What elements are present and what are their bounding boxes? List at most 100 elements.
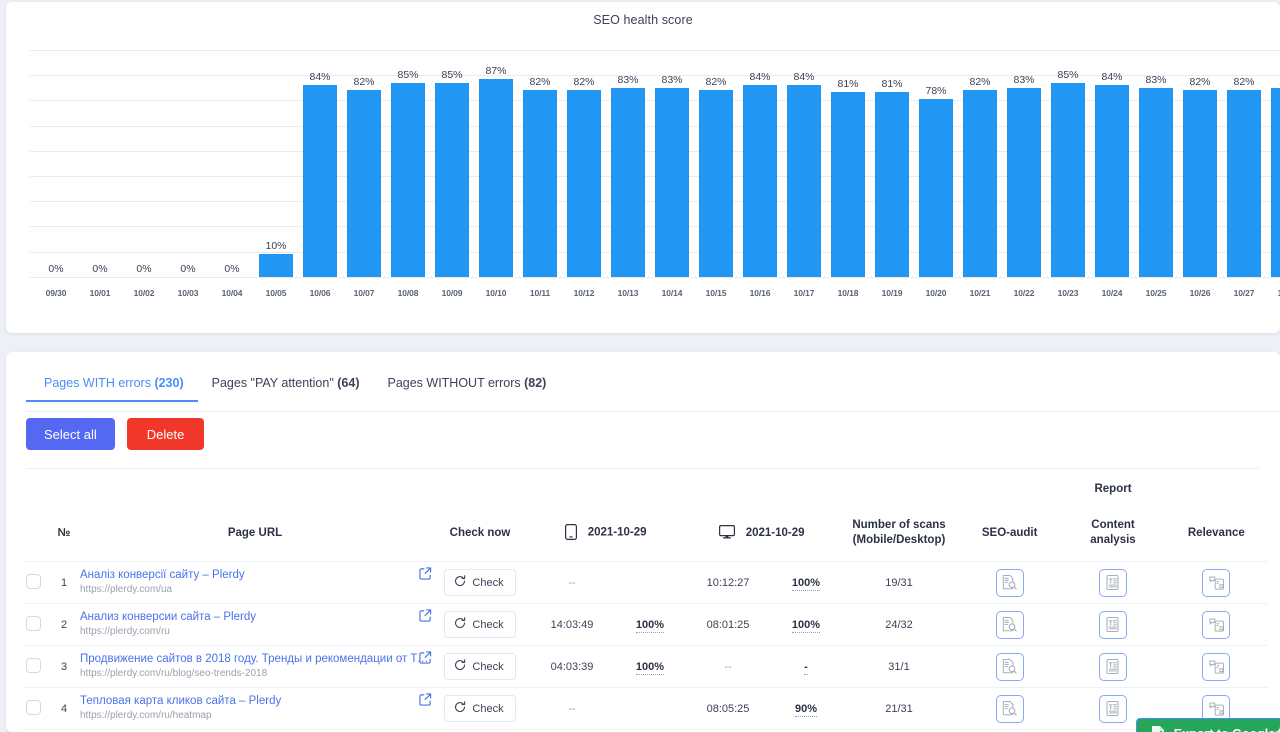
percent-value[interactable]: 100% xyxy=(792,619,820,633)
header-scans-line1: Number of scans xyxy=(852,519,945,531)
tab-label: Pages "PAY attention" xyxy=(212,376,338,390)
chart-bar-slot: 82% xyxy=(1178,42,1222,277)
percent-value[interactable]: 100% xyxy=(636,661,664,675)
chart-bar[interactable] xyxy=(743,85,777,277)
chart-bar[interactable] xyxy=(523,90,557,277)
seo-audit-icon[interactable] xyxy=(996,695,1024,723)
desktop-icon xyxy=(719,528,738,540)
content-analysis-icon[interactable] xyxy=(1099,569,1127,597)
export-to-google-sheets-button[interactable]: Export to Google S xyxy=(1136,718,1280,732)
table-header-group-row: Report xyxy=(24,474,1268,510)
page-url-text: https://plerdy.com/ru/blog/seo-trends-20… xyxy=(80,667,430,681)
chart-bar[interactable] xyxy=(1095,85,1129,277)
chart-bar[interactable] xyxy=(699,90,733,277)
chart-bar[interactable] xyxy=(1271,88,1280,277)
page-title-link[interactable]: Продвижение сайтов в 2018 году. Тренды и… xyxy=(80,652,430,667)
chart-bar[interactable] xyxy=(391,83,425,277)
pages-tabs[interactable]: Pages WITH errors (230)Pages "PAY attent… xyxy=(26,376,560,402)
chart-bar[interactable] xyxy=(875,92,909,277)
seo-audit-icon[interactable] xyxy=(996,569,1024,597)
cell-mobile-time: -- xyxy=(528,562,616,604)
chart-bar[interactable] xyxy=(303,85,337,277)
tab-label: Pages WITH errors xyxy=(44,376,154,390)
relevance-icon[interactable] xyxy=(1202,611,1230,639)
row-checkbox[interactable] xyxy=(26,700,41,715)
chart-bar[interactable] xyxy=(1183,90,1217,277)
chart-bar[interactable] xyxy=(1139,88,1173,277)
cell-content-analysis xyxy=(1061,646,1164,688)
chart-bar-value-label: 82% xyxy=(518,76,562,88)
percent-value[interactable]: 100% xyxy=(792,577,820,591)
cell-check-now: Check xyxy=(432,646,528,688)
cell-page-url: Аналіз конверсії сайту – Plerdyhttps://p… xyxy=(78,562,432,604)
tab-count: (82) xyxy=(524,376,546,390)
seo-audit-icon[interactable] xyxy=(996,611,1024,639)
delete-button[interactable]: Delete xyxy=(127,418,205,450)
external-link-icon[interactable] xyxy=(419,567,432,580)
tab-1[interactable]: Pages WITH errors (230) xyxy=(26,376,198,402)
external-link-icon[interactable] xyxy=(419,651,432,664)
chart-bar[interactable] xyxy=(259,254,293,277)
seo-audit-icon[interactable] xyxy=(996,653,1024,681)
chart-bar[interactable] xyxy=(831,92,865,277)
cell-mobile-time: 04:03:39 xyxy=(528,646,616,688)
chart-x-tick-label: 10/27 xyxy=(1222,288,1266,298)
external-link-icon[interactable] xyxy=(419,609,432,622)
chart-bar[interactable] xyxy=(1007,88,1041,277)
header-content-analysis: Content analysis xyxy=(1061,510,1164,561)
header-content-line2: analysis xyxy=(1090,534,1135,546)
tab-3[interactable]: Pages WITHOUT errors (82) xyxy=(373,376,560,402)
page-url-text: https://plerdy.com/ru/heatmap xyxy=(80,709,430,723)
chart-x-tick-label: 10/13 xyxy=(606,288,650,298)
page-title-link[interactable]: Аналіз конверсії сайту – Plerdy xyxy=(80,568,430,583)
check-button[interactable]: Check xyxy=(444,695,515,722)
table-row: 4Тепловая карта кликов сайта – Plerdyhtt… xyxy=(24,688,1268,730)
chart-bar[interactable] xyxy=(479,79,513,277)
row-checkbox[interactable] xyxy=(26,658,41,673)
chart-bar-slot: 83% xyxy=(650,42,694,277)
chart-bar-value-label: 82% xyxy=(562,76,606,88)
content-analysis-icon[interactable] xyxy=(1099,611,1127,639)
relevance-icon[interactable] xyxy=(1202,653,1230,681)
row-checkbox[interactable] xyxy=(26,574,41,589)
external-link-icon[interactable] xyxy=(419,693,432,706)
chart-bar[interactable] xyxy=(435,83,469,277)
percent-value[interactable]: 90% xyxy=(795,703,817,717)
chart-bar-slot: 83% xyxy=(1134,42,1178,277)
chart-bar-value-label: 85% xyxy=(430,69,474,81)
cell-percent: - xyxy=(772,646,840,688)
percent-value[interactable]: 100% xyxy=(636,619,664,633)
check-button[interactable]: Check xyxy=(444,611,515,638)
row-checkbox[interactable] xyxy=(26,616,41,631)
chart-bar[interactable] xyxy=(919,99,953,277)
cell-scans: 19/31 xyxy=(840,562,958,604)
header-check-now: Check now xyxy=(432,510,528,561)
chart-x-tick-label: 10/25 xyxy=(1134,288,1178,298)
page-title-link[interactable]: Анализ конверсии сайта – Plerdy xyxy=(80,610,430,625)
empty-value: -- xyxy=(568,703,575,715)
chart-bar[interactable] xyxy=(567,90,601,277)
header-page-url: Page URL xyxy=(78,510,432,561)
chart-bar[interactable] xyxy=(655,88,689,277)
chart-bar[interactable] xyxy=(1227,90,1261,277)
content-analysis-icon[interactable] xyxy=(1099,653,1127,681)
chart-bar[interactable] xyxy=(787,85,821,277)
check-button[interactable]: Check xyxy=(444,653,515,680)
cell-content-analysis xyxy=(1061,562,1164,604)
percent-value[interactable]: - xyxy=(804,661,808,675)
chart-bar-slot: 82% xyxy=(518,42,562,277)
chart-bar[interactable] xyxy=(347,90,381,277)
relevance-icon[interactable] xyxy=(1202,569,1230,597)
chart-bar-value-label: 8 xyxy=(1266,74,1280,86)
tab-2[interactable]: Pages "PAY attention" (64) xyxy=(198,376,374,402)
chart-bar[interactable] xyxy=(1051,83,1085,277)
cell-select xyxy=(24,688,50,730)
content-analysis-icon[interactable] xyxy=(1099,695,1127,723)
chart-bar-value-label: 85% xyxy=(386,69,430,81)
chart-bar[interactable] xyxy=(963,90,997,277)
page-title-link[interactable]: Тепловая карта кликов сайта – Plerdy xyxy=(80,694,430,709)
check-button[interactable]: Check xyxy=(444,569,515,596)
chart-bar[interactable] xyxy=(611,88,645,277)
chart-x-tick-label: 10/19 xyxy=(870,288,914,298)
select-all-button[interactable]: Select all xyxy=(26,418,115,450)
